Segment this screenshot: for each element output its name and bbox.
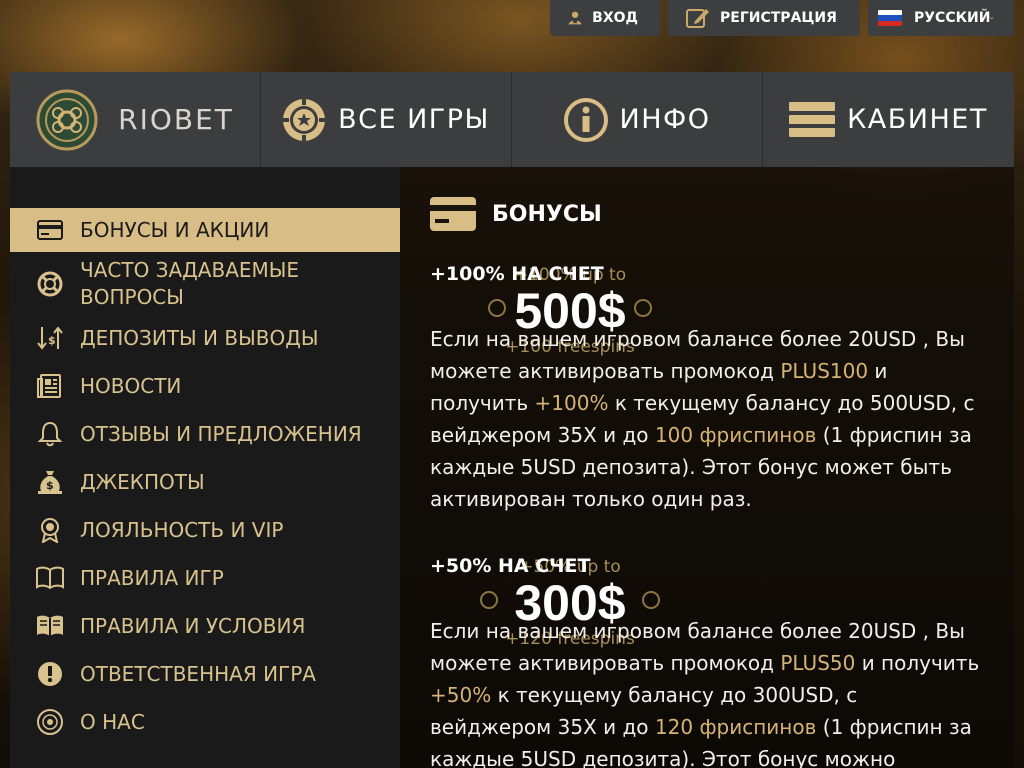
- sidebar-item-about[interactable]: О НАС: [10, 700, 400, 744]
- nav-cabinet[interactable]: КАБИНЕТ: [763, 72, 1014, 167]
- coin-icon: [634, 299, 652, 317]
- news-icon: [36, 372, 64, 400]
- bonus-percent: +100%: [534, 391, 609, 415]
- bonus-text: и получить: [855, 651, 980, 675]
- bonus-block: +100% НА СЧЕТ +100% up to 500$ +100 free…: [430, 263, 984, 515]
- bonuses-content: БОНУСЫ +100% НА СЧЕТ +100% up to 500$ +1…: [400, 167, 1014, 768]
- nav-all-games[interactable]: ВСЕ ИГРЫ: [261, 72, 512, 167]
- promo-code: PLUS50: [780, 651, 856, 675]
- sidebar-item-game-rules[interactable]: ПРАВИЛА ИГР: [10, 556, 400, 600]
- login-button[interactable]: ВХОД: [550, 0, 660, 36]
- sidebar-item-label: О НАС: [80, 710, 145, 734]
- sort-icon: $: [36, 324, 64, 352]
- nav-info[interactable]: ИНФО: [512, 72, 763, 167]
- bonus-description: Если на вашем игровом балансе более 20US…: [430, 323, 984, 515]
- coin-icon: [642, 591, 660, 609]
- sidebar-item-label: ОТВЕТСТВЕННАЯ ИГРА: [80, 662, 316, 686]
- nav-info-label: ИНФО: [619, 104, 711, 135]
- sidebar-menu: БОНУСЫ И АКЦИИ ЧАСТО ЗАДАВАЕМЫЕ ВОПРОСЫ …: [10, 167, 400, 744]
- sidebar-item-jackpots[interactable]: $ ДЖЕКПОТЫ: [10, 460, 400, 504]
- sidebar: БОНУСЫ И АКЦИИ ЧАСТО ЗАДАВАЕМЫЕ ВОПРОСЫ …: [10, 167, 400, 768]
- page-title: БОНУСЫ: [492, 201, 602, 227]
- exclamation-icon: [36, 660, 64, 688]
- info-icon: [563, 97, 608, 142]
- sidebar-item-label: НОВОСТИ: [80, 374, 182, 398]
- nav-all-games-label: ВСЕ ИГРЫ: [338, 104, 490, 135]
- register-label: РЕГИСТРАЦИЯ: [720, 10, 837, 26]
- sidebar-item-deposits[interactable]: $ ДЕПОЗИТЫ И ВЫВОДЫ: [10, 316, 400, 360]
- sidebar-item-label: ДЕПОЗИТЫ И ВЫВОДЫ: [80, 326, 319, 350]
- sidebar-item-faq[interactable]: ЧАСТО ЗАДАВАЕМЫЕ ВОПРОСЫ: [10, 256, 400, 312]
- riobet-logo-icon: [36, 89, 98, 150]
- book-icon: [36, 564, 64, 592]
- main-navigation: RIOBET ВСЕ ИГРЫ ИНФО КАБИНЕТ: [10, 72, 1014, 167]
- logo-icon: [36, 708, 64, 736]
- top-bar: ВХОД РЕГИСТРАЦИЯ РУССКИЙ: [550, 0, 1024, 36]
- login-label: ВХОД: [592, 10, 638, 26]
- sidebar-item-terms[interactable]: ПРАВИЛА И УСЛОВИЯ: [10, 604, 400, 648]
- card-icon: [430, 197, 476, 231]
- content-header: БОНУСЫ: [430, 197, 984, 231]
- sidebar-item-responsible[interactable]: ОТВЕТСТВЕННАЯ ИГРА: [10, 652, 400, 696]
- sidebar-item-news[interactable]: НОВОСТИ: [10, 364, 400, 408]
- register-button[interactable]: РЕГИСТРАЦИЯ: [668, 0, 860, 36]
- nav-cabinet-label: КАБИНЕТ: [847, 104, 988, 135]
- chevron-down-icon: [990, 17, 994, 20]
- sidebar-item-label: ОТЗЫВЫ И ПРЕДЛОЖЕНИЯ: [80, 422, 362, 446]
- sidebar-item-label: ПРАВИЛА ИГР: [80, 566, 224, 590]
- menu-icon: [789, 101, 836, 137]
- freespins: 100 фриспинов: [654, 423, 817, 447]
- freespins: 120 фриспинов: [654, 715, 817, 739]
- money-bag-icon: $: [36, 468, 64, 496]
- svg-text:$: $: [46, 479, 54, 492]
- book-open-icon: [36, 612, 64, 640]
- language-label: РУССКИЙ: [914, 10, 991, 26]
- sidebar-item-label: ДЖЕКПОТЫ: [80, 470, 205, 494]
- coin-icon: [488, 299, 506, 317]
- bell-icon: [36, 420, 64, 448]
- sidebar-item-label: ПРАВИЛА И УСЛОВИЯ: [80, 614, 306, 638]
- edit-icon: [686, 9, 709, 28]
- sidebar-item-bonuses[interactable]: БОНУСЫ И АКЦИИ: [10, 208, 400, 252]
- award-icon: [36, 516, 64, 544]
- logo-link[interactable]: RIOBET: [10, 72, 261, 167]
- card-icon: [36, 216, 64, 244]
- logo-text: RIOBET: [118, 103, 234, 136]
- sidebar-item-label: ЧАСТО ЗАДАВАЕМЫЕ ВОПРОСЫ: [80, 258, 300, 309]
- sidebar-item-loyalty[interactable]: ЛОЯЛЬНОСТЬ И VIP: [10, 508, 400, 552]
- user-icon: [568, 11, 582, 25]
- language-select[interactable]: РУССКИЙ: [868, 0, 1014, 36]
- bonus-title: +50% НА СЧЕТ: [430, 555, 591, 577]
- sidebar-item-label: ЛОЯЛЬНОСТЬ И VIP: [80, 518, 284, 542]
- sidebar-item-feedback[interactable]: ОТЗЫВЫ И ПРЕДЛОЖЕНИЯ: [10, 412, 400, 456]
- lifebuoy-icon: [36, 270, 64, 298]
- svg-text:$: $: [48, 334, 56, 347]
- chip-icon: [283, 98, 326, 141]
- bonus-block: +50% НА СЧЕТ +50% up to 300$ +120 freesp…: [430, 555, 984, 768]
- promo-code: PLUS100: [780, 359, 869, 383]
- sidebar-item-label: БОНУСЫ И АКЦИИ: [80, 218, 270, 242]
- bonus-description: Если на вашем игровом балансе более 20US…: [430, 615, 984, 768]
- coin-icon: [480, 591, 498, 609]
- bonus-percent: +50%: [430, 683, 492, 707]
- russia-flag-icon: [878, 10, 902, 26]
- bonus-title: +100% НА СЧЕТ: [430, 263, 604, 285]
